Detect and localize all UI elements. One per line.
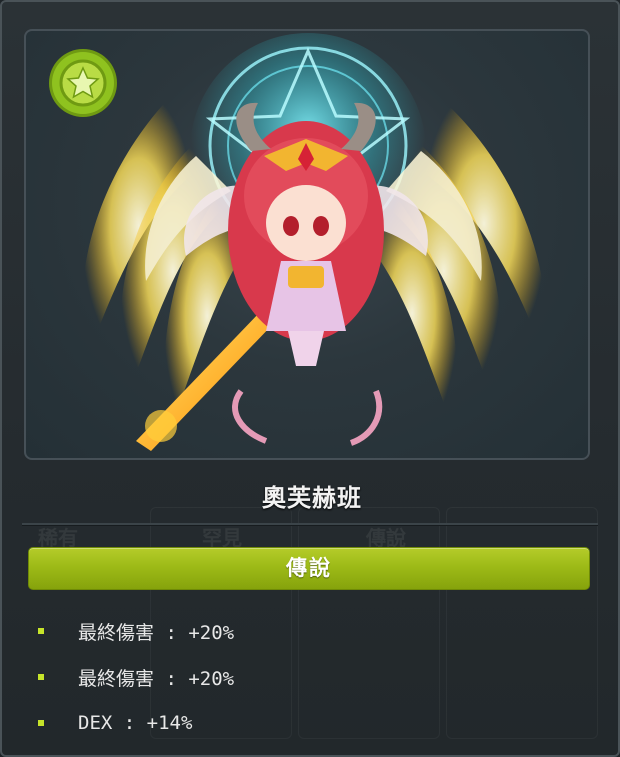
divider xyxy=(22,523,598,526)
item-tooltip-panel: 稀有 罕見 傳說 奧芙赫班 傳說 最終傷害: +20% 最終傷害: +20%… xyxy=(0,0,620,757)
stat-row: DEX : +14% xyxy=(38,700,598,746)
stat-row: 最終傷害 : +20% xyxy=(38,608,598,654)
bullet-icon xyxy=(38,674,44,680)
bullet-icon xyxy=(38,628,44,634)
stat-text: 最終傷害 : +20% xyxy=(78,621,235,644)
stat-list: 最終傷害 : +20% 最終傷害 : +20% DEX : +14% xyxy=(38,608,598,746)
stat-text: DEX : +14% xyxy=(78,712,193,734)
star-icon xyxy=(49,49,117,117)
character-portrait xyxy=(24,29,590,460)
item-name: 奧芙赫班 xyxy=(262,484,362,512)
bullet-icon xyxy=(38,720,44,726)
stat-row: 最終傷害 : +20% xyxy=(38,654,598,700)
rarity-label: 傳說 xyxy=(28,547,590,590)
stat-text: 最終傷害 : +20% xyxy=(78,667,235,690)
